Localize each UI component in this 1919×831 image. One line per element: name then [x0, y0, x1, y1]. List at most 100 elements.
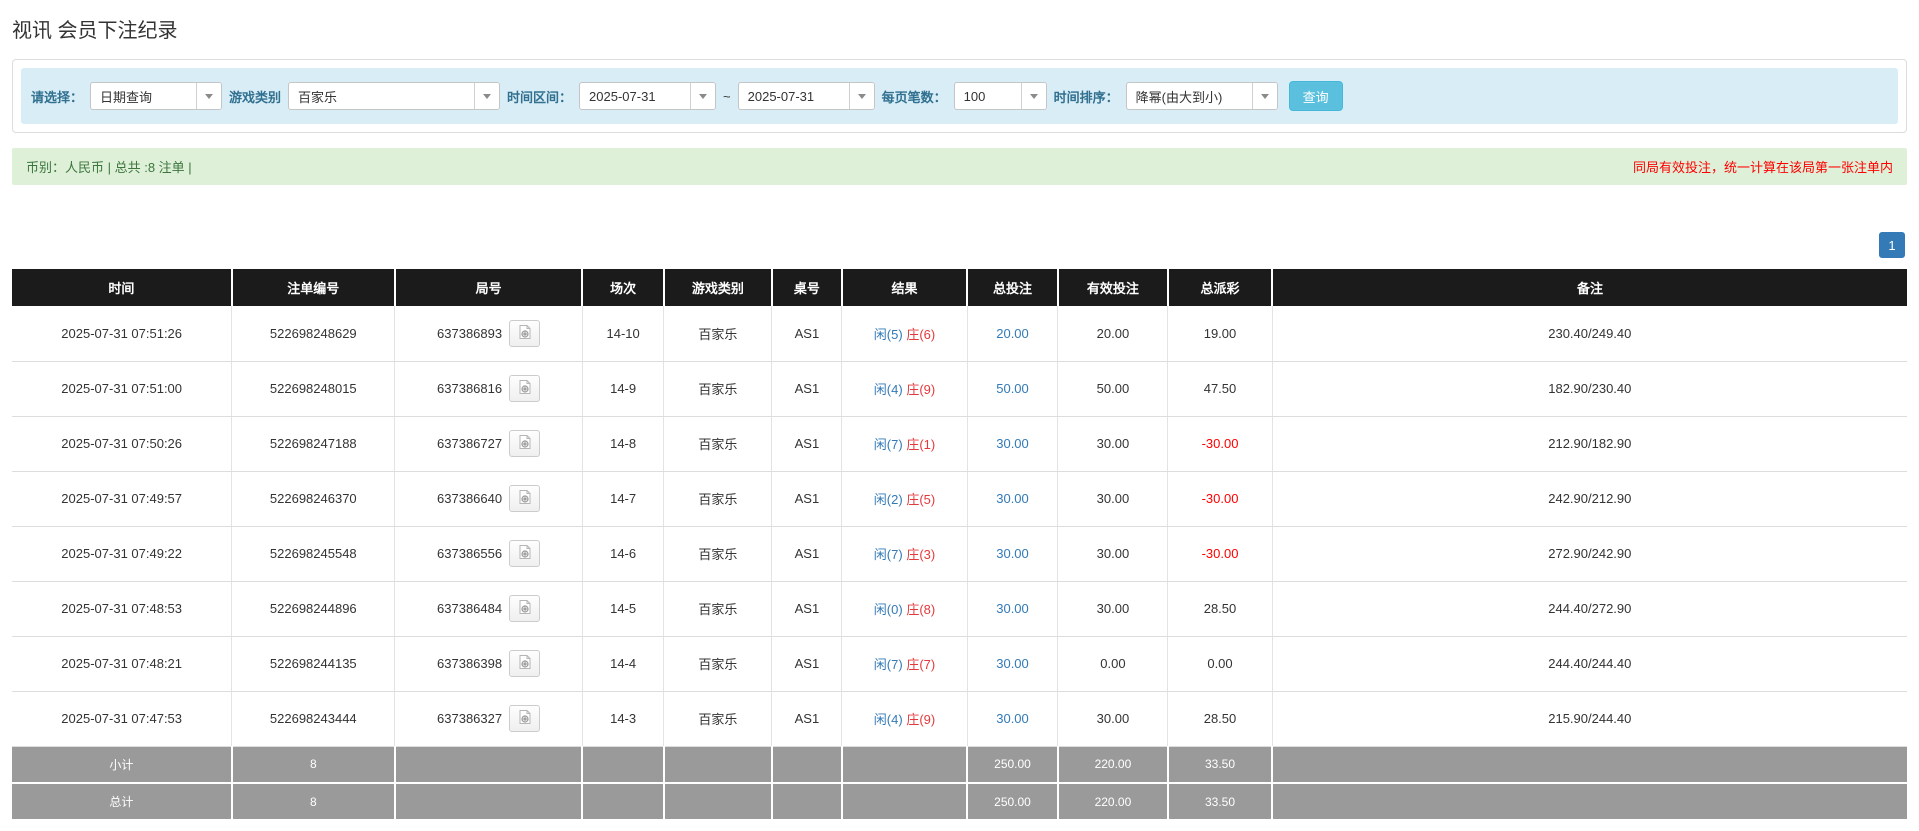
total-row: 总计 8 250.00 220.00 33.50: [12, 783, 1907, 821]
column-header-6: 结果: [840, 269, 968, 306]
cell-bet-id: 522698248015: [231, 361, 395, 417]
mode-select-dropdown-button[interactable]: [196, 83, 222, 109]
total-bet-link[interactable]: 50.00: [996, 381, 1029, 396]
column-header-0: 时间: [12, 269, 232, 306]
cell-valid-bet: 30.00: [1057, 691, 1168, 747]
sort-label: 时间排序：: [1053, 89, 1119, 105]
cell-total-bet: 30.00: [966, 416, 1058, 472]
game-type-select[interactable]: 百家乐: [288, 82, 501, 110]
cell-session: 14-8: [581, 416, 664, 472]
footer-total-bet: 250.00: [966, 783, 1058, 821]
mode-select[interactable]: 日期查询: [90, 82, 223, 110]
cell-result: 闲(7) 庄(1): [841, 416, 968, 472]
total-bet-link[interactable]: 20.00: [996, 326, 1029, 341]
per-page-select-dropdown-button[interactable]: [1020, 83, 1046, 109]
cell-payout: -30.00: [1167, 471, 1273, 527]
result-banker: 庄(3): [906, 547, 936, 562]
result-banker: 庄(5): [906, 492, 936, 507]
cell-result: 闲(7) 庄(3): [841, 526, 968, 582]
footer-count: 8: [230, 783, 395, 821]
column-header-4: 游戏类别: [662, 269, 772, 306]
game-type-select-dropdown-button[interactable]: [474, 83, 500, 109]
cell-result: 闲(0) 庄(8): [841, 581, 968, 637]
video-record-button[interactable]: [509, 430, 541, 457]
caret-down-icon: [483, 93, 492, 99]
total-bet-link[interactable]: 30.00: [996, 656, 1029, 671]
cell-round-id: 637386727: [394, 416, 583, 472]
sort-select-dropdown-button[interactable]: [1251, 83, 1277, 109]
game-type-select-value: 百家乐: [298, 89, 338, 105]
date-to-dropdown-button[interactable]: [848, 83, 874, 109]
caret-down-icon: [1260, 93, 1269, 99]
cell-game-type: 百家乐: [663, 471, 772, 527]
sort-select[interactable]: 降幂(由大到小): [1125, 82, 1278, 110]
cell-bet-id: 522698244135: [231, 636, 395, 692]
cell-table-number: AS1: [771, 691, 842, 747]
total-bet-link[interactable]: 30.00: [996, 711, 1029, 726]
cell-valid-bet: 0.00: [1057, 636, 1168, 692]
cell-time: 2025-07-31 07:47:53: [12, 691, 232, 747]
total-bet-link[interactable]: 30.00: [996, 601, 1029, 616]
cell-total-bet: 30.00: [966, 636, 1058, 692]
cell-round-id: 637386484: [394, 581, 583, 637]
video-record-button[interactable]: [509, 595, 541, 622]
result-banker: 庄(9): [906, 382, 936, 397]
filter-bar: 请选择： 日期查询 游戏类别 百家乐 时间区间： 2025-07-31 ~ 20…: [21, 68, 1898, 124]
column-header-1: 注单编号: [230, 269, 395, 306]
table-row: 2025-07-31 07:51:26 522698248629 637386893…: [12, 306, 1907, 362]
pagination: 1: [12, 232, 1905, 258]
per-page-select-value: 100: [963, 88, 986, 104]
table-header-row: 时间 注单编号 局号 场次 游戏类别 桌号 结果 总投注 有效投注 总派彩 备注: [12, 269, 1907, 306]
cell-table-number: AS1: [771, 471, 842, 527]
cell-payout: 47.50: [1167, 361, 1273, 417]
round-number: 637386893: [437, 325, 503, 341]
video-record-button[interactable]: [509, 375, 541, 402]
date-range-separator: ~: [723, 88, 731, 104]
cell-valid-bet: 20.00: [1057, 306, 1168, 362]
cell-remark: 212.90/182.90: [1271, 416, 1907, 472]
total-bet-link[interactable]: 30.00: [996, 491, 1029, 506]
cell-round-id: 637386556: [394, 526, 583, 582]
cell-total-bet: 20.00: [966, 306, 1058, 362]
mode-label: 请选择：: [31, 89, 84, 105]
date-to-picker[interactable]: 2025-07-31: [737, 82, 875, 110]
video-record-button[interactable]: [509, 650, 541, 677]
total-bet-link[interactable]: 30.00: [996, 546, 1029, 561]
cell-time: 2025-07-31 07:48:53: [12, 581, 232, 637]
pagination-page-1-button[interactable]: 1: [1879, 232, 1905, 258]
table-body: 2025-07-31 07:51:26 522698248629 637386893…: [12, 306, 1907, 821]
cell-payout: 28.50: [1167, 581, 1273, 637]
video-record-button[interactable]: [509, 705, 541, 732]
video-record-button[interactable]: [509, 540, 541, 567]
cell-game-type: 百家乐: [663, 691, 772, 747]
result-player: 闲(4): [873, 382, 903, 397]
video-record-icon: [517, 434, 533, 453]
page-title: 视讯 会员下注纪录: [12, 20, 178, 42]
date-from-picker[interactable]: 2025-07-31: [579, 82, 717, 110]
result-player: 闲(5): [873, 326, 903, 342]
caret-down-icon: [205, 93, 214, 99]
round-number: 637386556: [437, 546, 503, 561]
result-banker: 庄(9): [906, 712, 936, 727]
video-record-icon: [517, 709, 533, 728]
cell-valid-bet: 30.00: [1057, 416, 1168, 472]
date-from-dropdown-button[interactable]: [690, 83, 716, 109]
footer-count: 8: [230, 746, 395, 784]
cell-payout: 28.50: [1167, 691, 1273, 747]
footer-valid-bet: 220.00: [1056, 783, 1168, 821]
cell-total-bet: 50.00: [966, 361, 1058, 417]
time-range-label: 时间区间：: [507, 89, 573, 105]
cell-table-number: AS1: [771, 581, 842, 637]
footer-payout: 33.50: [1166, 783, 1273, 821]
sort-select-value: 降幂(由大到小): [1135, 89, 1223, 105]
cell-valid-bet: 30.00: [1057, 581, 1168, 637]
total-bet-link[interactable]: 30.00: [996, 436, 1029, 451]
video-record-button[interactable]: [509, 485, 541, 512]
table-row: 2025-07-31 07:49:57 522698246370 637386640…: [12, 471, 1907, 527]
result-banker: 庄(7): [906, 657, 936, 672]
video-record-button[interactable]: [509, 319, 541, 347]
search-button[interactable]: 查询: [1288, 81, 1343, 111]
per-page-select[interactable]: 100: [953, 82, 1047, 110]
cell-result: 闲(2) 庄(5): [841, 471, 968, 527]
cell-remark: 182.90/230.40: [1271, 361, 1907, 417]
